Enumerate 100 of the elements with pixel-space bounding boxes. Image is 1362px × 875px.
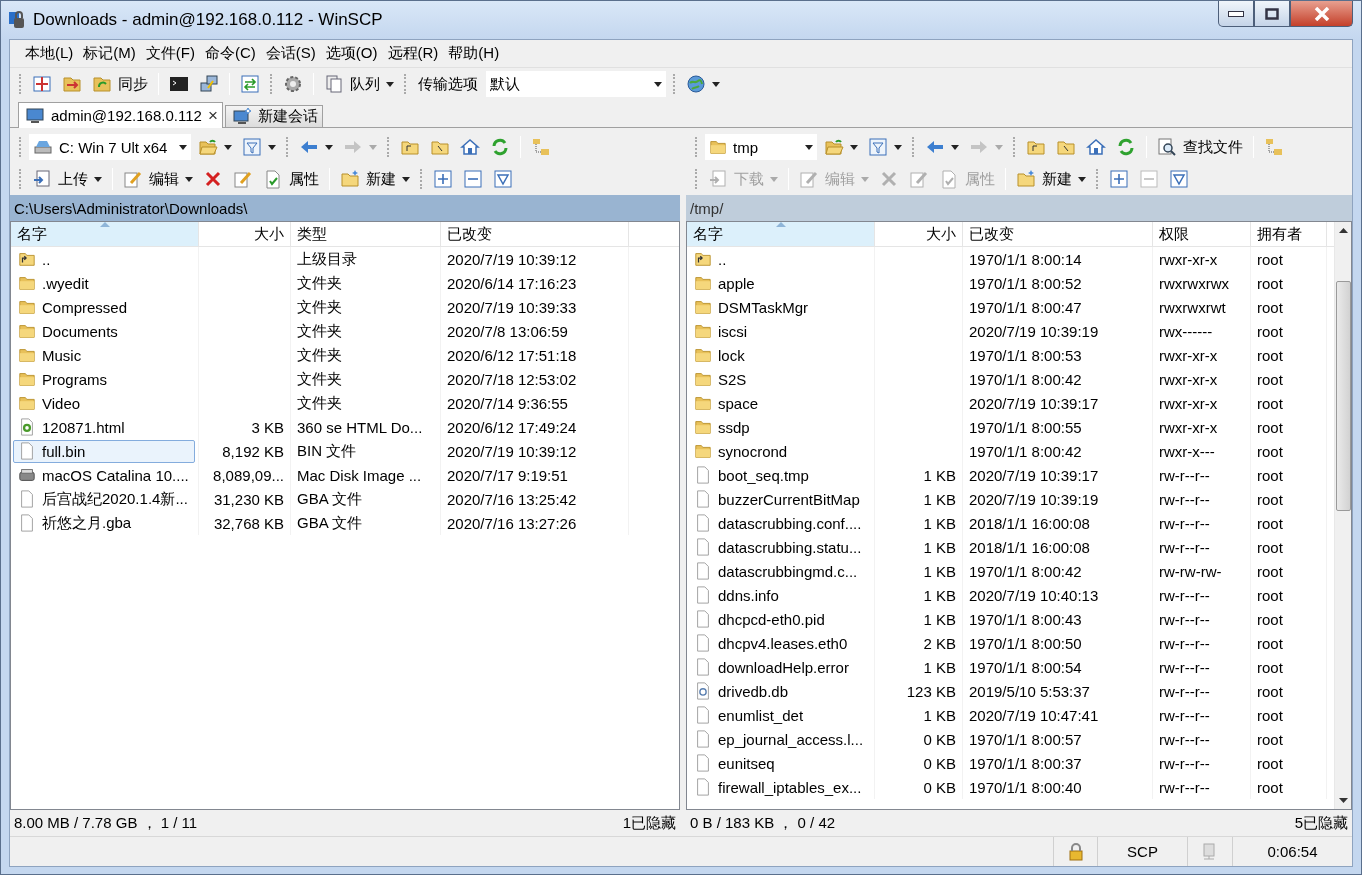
- table-cell: 1970/1/1 8:00:55: [969, 418, 1082, 436]
- file-name[interactable]: ddns.info: [689, 583, 871, 607]
- file-name[interactable]: iscsi: [689, 319, 871, 343]
- menu-item[interactable]: 命令(C): [200, 44, 261, 63]
- file-name[interactable]: Programs: [13, 367, 195, 391]
- table-cell: 2020/7/14 9:36:55: [447, 394, 568, 412]
- caret-icon[interactable]: [224, 144, 232, 150]
- file-name[interactable]: ..: [689, 247, 871, 271]
- menu-item[interactable]: 文件(F): [140, 44, 200, 63]
- file-name[interactable]: lock: [689, 343, 871, 367]
- file-name[interactable]: Documents: [13, 319, 195, 343]
- queue-button[interactable]: 队列: [321, 71, 397, 97]
- compare-icon: [32, 74, 52, 94]
- file-name[interactable]: dhcpv4.leases.eth0: [689, 631, 871, 655]
- session-tab[interactable]: admin@192.168.0.112 ×: [18, 102, 223, 128]
- file-name[interactable]: eunitseq: [689, 751, 871, 775]
- session-tab[interactable]: 新建会话: [224, 105, 323, 127]
- column-header[interactable]: 名字: [11, 222, 199, 246]
- file-name[interactable]: S2S: [689, 367, 871, 391]
- close-icon: [1313, 6, 1330, 21]
- table-cell: rw-r--r--: [1159, 706, 1210, 724]
- caret-icon[interactable]: [712, 81, 720, 87]
- file-name[interactable]: space: [689, 391, 871, 415]
- table-cell: root: [1257, 298, 1283, 316]
- scrollbar[interactable]: [1334, 222, 1351, 809]
- file-name[interactable]: DSMTaskMgr: [689, 295, 871, 319]
- file-name[interactable]: macOS Catalina 10....: [13, 463, 195, 487]
- file-name[interactable]: ssdp: [689, 415, 871, 439]
- file-name[interactable]: apple: [689, 271, 871, 295]
- file-name[interactable]: downloadHelp.error: [689, 655, 871, 679]
- scroll-thumb[interactable]: [1335, 281, 1351, 511]
- menu-item[interactable]: 帮助(H): [443, 44, 505, 63]
- minimize-button[interactable]: [1218, 1, 1254, 27]
- caret-icon[interactable]: [850, 144, 858, 150]
- table-cell: 0 KB: [923, 730, 956, 748]
- table-cell: 1970/1/1 8:00:42: [969, 370, 1082, 388]
- caret-icon[interactable]: [94, 176, 102, 182]
- edit-button[interactable]: 编辑: [120, 166, 196, 192]
- caret-icon[interactable]: [185, 176, 193, 182]
- hidden-count: 1已隐藏: [622, 813, 676, 833]
- close-tab-button[interactable]: ×: [207, 105, 218, 126]
- menu-item[interactable]: 选项(O): [320, 44, 383, 63]
- file-name[interactable]: 后宫战纪2020.1.4新...: [13, 487, 195, 511]
- file-name[interactable]: 祈悠之月.gba: [13, 511, 195, 535]
- transfer-options-dropdown[interactable]: 默认: [486, 71, 666, 97]
- sort-arrow-icon: [775, 222, 786, 227]
- edit-icon: [909, 169, 929, 189]
- table-cell: root: [1257, 754, 1283, 772]
- menu-item[interactable]: 会话(S): [260, 44, 321, 63]
- find-files-button[interactable]: 查找文件: [1154, 134, 1246, 160]
- menu-item[interactable]: 远程(R): [382, 44, 444, 63]
- caret-icon[interactable]: [402, 176, 410, 182]
- file-name[interactable]: buzzerCurrentBitMap: [689, 487, 871, 511]
- file-name[interactable]: drivedb.db: [689, 679, 871, 703]
- table-cell: root: [1257, 586, 1283, 604]
- caret-icon[interactable]: [894, 144, 902, 150]
- menu-item[interactable]: 标记(M): [78, 44, 141, 63]
- file-name[interactable]: Video: [13, 391, 195, 415]
- properties-button[interactable]: 属性: [260, 166, 322, 192]
- file-name[interactable]: datascrubbing.statu...: [689, 535, 871, 559]
- close-button[interactable]: [1290, 1, 1353, 27]
- file-name[interactable]: datascrubbing.conf....: [689, 511, 871, 535]
- folder-icon: [694, 274, 712, 292]
- new-button[interactable]: 新建: [337, 166, 413, 192]
- file-name[interactable]: boot_seq.tmp: [689, 463, 871, 487]
- file-name[interactable]: firewall_iptables_ex...: [689, 775, 871, 799]
- database-file-icon: [694, 682, 712, 700]
- caret-icon[interactable]: [179, 144, 187, 150]
- invert-selection-icon: [1169, 169, 1189, 189]
- caret-icon[interactable]: [325, 144, 333, 150]
- file-name[interactable]: Music: [13, 343, 195, 367]
- file-name[interactable]: full.bin: [13, 439, 195, 463]
- caret-icon[interactable]: [951, 144, 959, 150]
- maximize-button[interactable]: [1254, 1, 1290, 27]
- menu-item[interactable]: 本地(L): [20, 44, 79, 63]
- file-name[interactable]: .wyedit: [13, 271, 195, 295]
- caret-icon[interactable]: [268, 144, 276, 150]
- table-cell: root: [1257, 658, 1283, 676]
- file-name[interactable]: Compressed: [13, 295, 195, 319]
- table-cell: 1970/1/1 8:00:42: [969, 442, 1082, 460]
- file-name[interactable]: synocrond: [689, 439, 871, 463]
- folder-icon: [18, 322, 36, 340]
- hidden-count: 5已隐藏: [1294, 813, 1348, 833]
- caret-icon[interactable]: [1078, 176, 1086, 182]
- file-name[interactable]: 120871.html: [13, 415, 195, 439]
- file-name[interactable]: ..: [13, 247, 195, 271]
- caret-icon[interactable]: [805, 144, 813, 150]
- sync-button[interactable]: 同步: [89, 71, 151, 97]
- table-cell: 文件夹: [297, 345, 342, 365]
- column-header[interactable]: 名字: [687, 222, 875, 246]
- caret-icon[interactable]: [654, 81, 662, 87]
- transfer-button[interactable]: 上传: [29, 166, 105, 192]
- table-cell: 2019/5/10 5:53:37: [969, 682, 1090, 700]
- file-name[interactable]: ep_journal_access.l...: [689, 727, 871, 751]
- edit-icon: [233, 169, 253, 189]
- new-button[interactable]: 新建: [1013, 166, 1089, 192]
- file-name[interactable]: dhcpcd-eth0.pid: [689, 607, 871, 631]
- file-name[interactable]: enumlist_det: [689, 703, 871, 727]
- file-name[interactable]: datascrubbingmd.c...: [689, 559, 871, 583]
- caret-icon[interactable]: [386, 81, 394, 87]
